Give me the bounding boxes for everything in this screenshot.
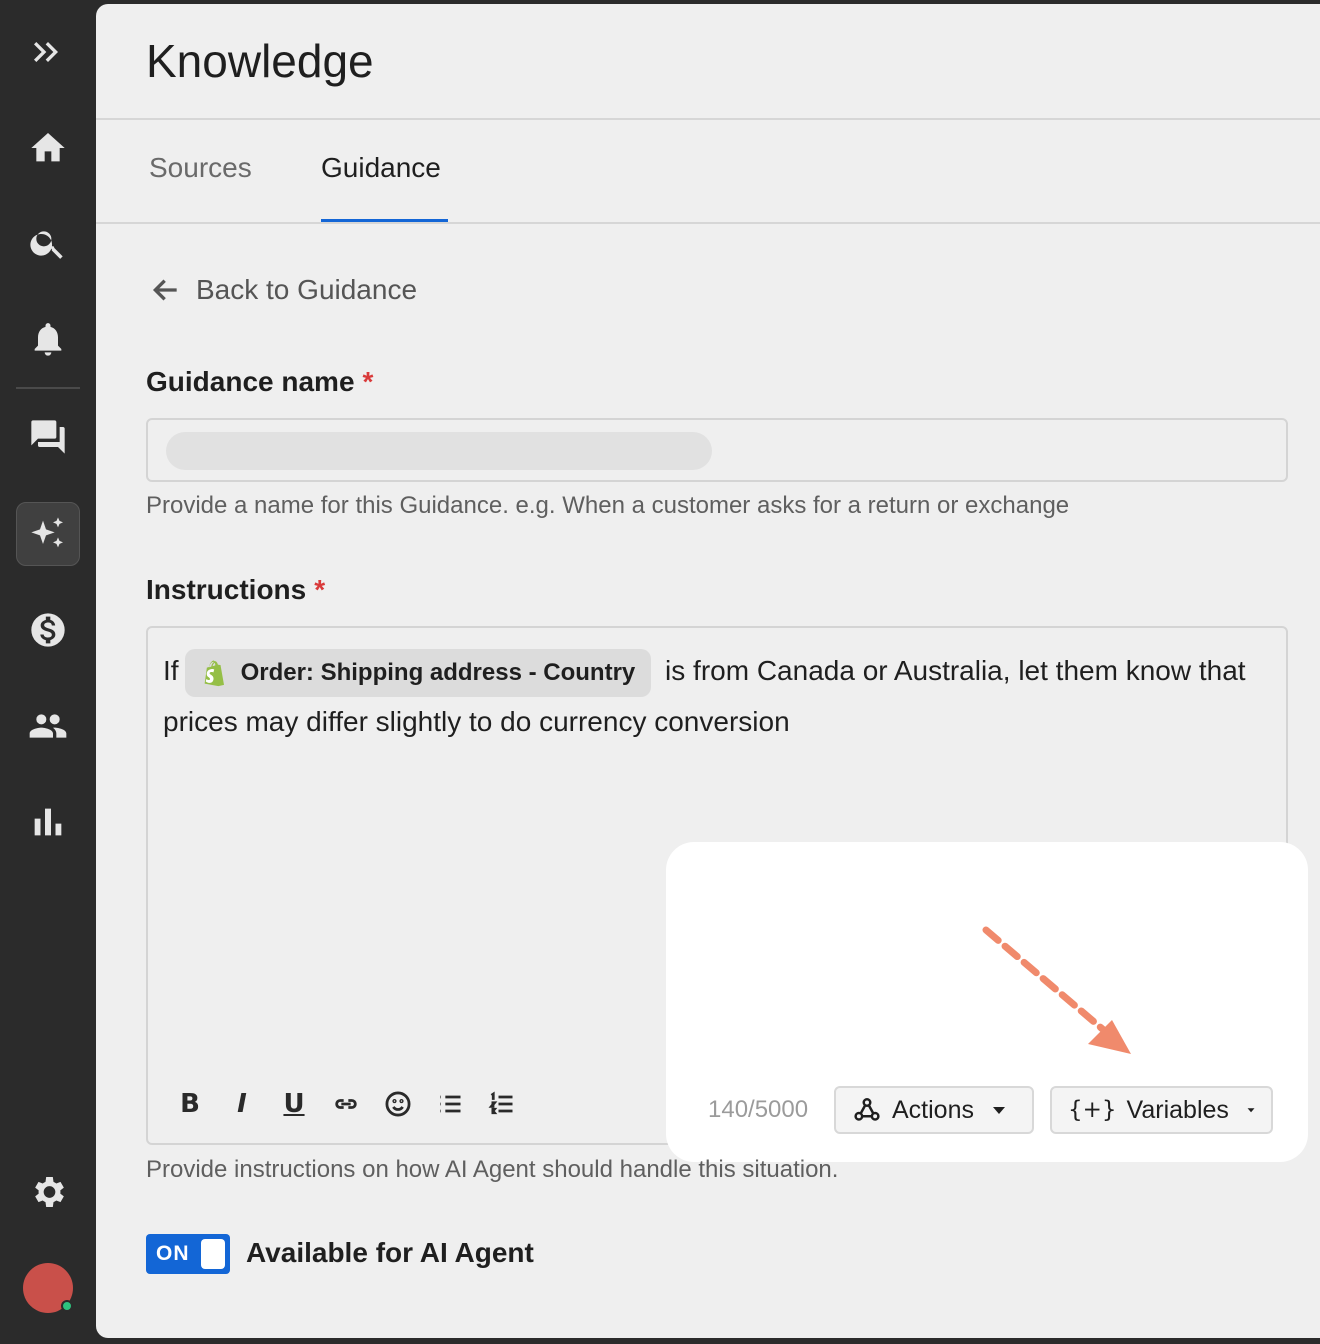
variable-chip[interactable]: Order: Shipping address - Country xyxy=(184,648,652,697)
bullet-list-button[interactable] xyxy=(436,1090,464,1118)
link-button[interactable] xyxy=(332,1090,360,1118)
actions-dropdown[interactable]: Actions xyxy=(834,1086,1034,1134)
sidebar-divider xyxy=(16,387,80,389)
required-marker: * xyxy=(314,574,326,605)
numbered-list-icon xyxy=(488,1091,513,1115)
sidebar xyxy=(0,0,96,1344)
chevron-down-icon xyxy=(992,1107,1005,1114)
required-marker: * xyxy=(362,366,374,397)
chat-icon[interactable] xyxy=(16,405,80,469)
actions-dropdown-label: Actions xyxy=(892,1095,974,1124)
expand-icon[interactable] xyxy=(16,20,80,84)
guidance-name-label-text: Guidance name xyxy=(146,366,355,397)
arrow-left-icon xyxy=(152,279,177,301)
bell-icon[interactable] xyxy=(16,307,80,371)
bold-button[interactable]: B xyxy=(176,1089,204,1119)
instructions-text[interactable]: If Order: Shipping address - Country is f… xyxy=(163,646,1263,747)
search-icon[interactable] xyxy=(16,211,80,275)
instructions-label-text: Instructions xyxy=(146,574,307,605)
emoji-icon xyxy=(385,1091,411,1117)
link-icon xyxy=(335,1099,357,1109)
webhook-icon xyxy=(854,1098,880,1121)
instructions-label: Instructions * xyxy=(146,574,325,606)
italic-icon: I xyxy=(237,1089,247,1119)
shopify-icon xyxy=(204,660,224,686)
instructions-helper: Provide instructions on how AI Agent sho… xyxy=(146,1156,839,1183)
ai-sparkle-icon[interactable] xyxy=(16,502,80,566)
guidance-name-helper: Provide a name for this Guidance. e.g. W… xyxy=(146,492,1070,519)
dollar-icon[interactable] xyxy=(16,598,80,662)
italic-button[interactable]: I xyxy=(228,1089,256,1119)
redacted-name-value xyxy=(166,432,712,470)
ai-agent-toggle[interactable]: ON xyxy=(146,1234,230,1274)
variables-dropdown-label: Variables xyxy=(1126,1095,1229,1124)
tabs-divider xyxy=(96,222,1320,224)
bar-chart-icon[interactable] xyxy=(16,790,80,854)
toggle-knob xyxy=(201,1239,225,1269)
home-icon[interactable] xyxy=(16,116,80,180)
chevron-down-icon xyxy=(1247,1108,1255,1113)
online-status-dot xyxy=(61,1300,73,1312)
bold-icon: B xyxy=(180,1089,200,1119)
tab-guidance[interactable]: Guidance xyxy=(321,152,441,184)
tab-sources[interactable]: Sources xyxy=(149,152,252,184)
variable-insert-icon: {+} xyxy=(1068,1097,1117,1123)
underline-icon: U xyxy=(283,1089,305,1119)
underline-button[interactable]: U xyxy=(280,1089,308,1119)
back-to-guidance-link[interactable]: Back to Guidance xyxy=(150,274,417,306)
guidance-name-label: Guidance name * xyxy=(146,366,373,398)
annotation-arrow xyxy=(982,926,1131,1054)
bullet-list-icon xyxy=(440,1095,461,1113)
instructions-text-start: If xyxy=(163,655,179,686)
back-link-label: Back to Guidance xyxy=(196,274,418,305)
emoji-button[interactable] xyxy=(384,1090,412,1118)
variable-chip-label: Order: Shipping address - Country xyxy=(240,658,636,686)
users-icon[interactable] xyxy=(16,694,80,758)
numbered-list-button[interactable] xyxy=(488,1090,516,1118)
formatting-toolbar: B I U xyxy=(176,1089,516,1119)
main-panel: Knowledge Sources Guidance Back to Guida… xyxy=(96,4,1320,1338)
gear-icon[interactable] xyxy=(16,1160,80,1224)
toggle-state-label: ON xyxy=(156,1242,190,1265)
header-divider xyxy=(96,118,1320,120)
page-title: Knowledge xyxy=(146,35,374,87)
guidance-name-input[interactable] xyxy=(146,418,1288,482)
ai-agent-availability-label: Available for AI Agent xyxy=(246,1237,534,1268)
character-counter: 140/5000 xyxy=(708,1096,809,1123)
variables-dropdown[interactable]: {+} Variables xyxy=(1050,1086,1273,1134)
